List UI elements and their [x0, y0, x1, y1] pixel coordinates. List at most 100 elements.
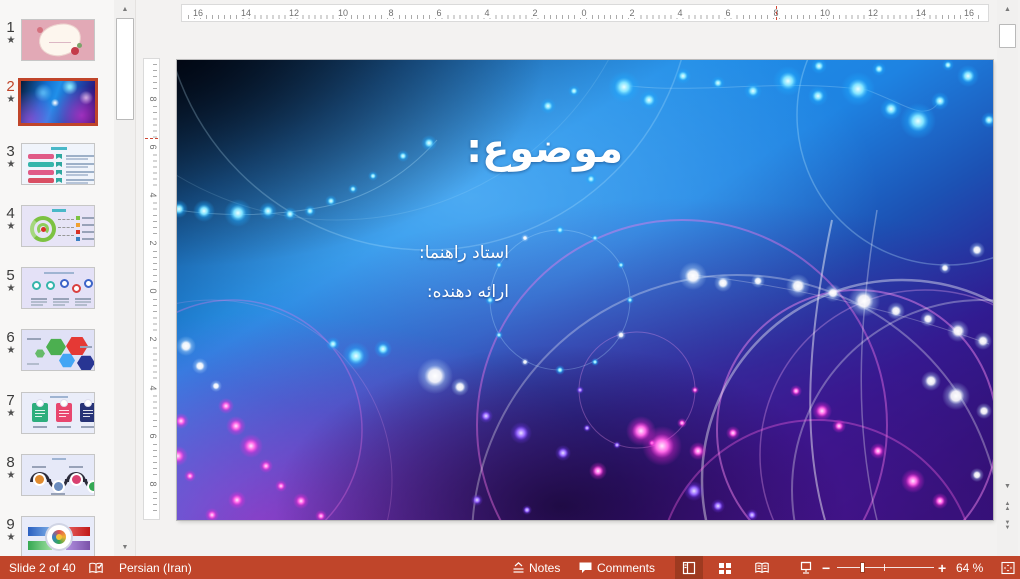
slide-number: 4 — [3, 205, 18, 222]
comments-button[interactable]: Comments — [597, 556, 655, 579]
slide-thumbnail-8[interactable] — [21, 454, 95, 496]
scroll-up-button[interactable]: ▲ — [114, 1, 136, 17]
comments-icon — [578, 556, 593, 579]
scrollbar-thumb[interactable] — [116, 18, 134, 120]
ruler-label: 8 — [146, 477, 158, 491]
ruler-label: 2 — [146, 332, 158, 346]
slide-body-textbox[interactable]: استاد راهنما: ارائه دهنده: — [419, 234, 509, 312]
presenter-line[interactable]: ارائه دهنده: — [419, 273, 509, 312]
slide-number: 7 — [3, 392, 18, 409]
reading-view-icon — [754, 560, 770, 576]
transition-star-icon: ★ — [4, 345, 18, 356]
normal-view-button[interactable] — [675, 556, 703, 579]
slide-thumbnail-9[interactable] — [21, 516, 95, 556]
transition-star-icon: ★ — [4, 470, 18, 481]
transition-star-icon: ★ — [4, 408, 18, 419]
thumbnail-art — [22, 330, 95, 371]
double-up-arrow-icon: ▲ — [1005, 507, 1011, 512]
ruler-label: 6 — [146, 429, 158, 443]
ruler-label: 16 — [961, 8, 977, 18]
fit-slide-to-window-button[interactable] — [1000, 556, 1016, 579]
up-arrow-icon: ▲ — [122, 6, 129, 13]
thumbnail-art — [22, 144, 95, 185]
ruler-label: 16 — [190, 8, 206, 18]
ruler-label: 2 — [527, 8, 543, 18]
double-down-arrow-icon: ▼ — [1005, 526, 1011, 531]
slide-thumbnail-4[interactable] — [21, 205, 95, 247]
down-arrow-icon: ▼ — [122, 544, 129, 551]
slide-indicator: Slide 2 of 40 — [9, 556, 76, 579]
ruler-label: 4 — [672, 8, 688, 18]
slide-title-textbox[interactable]: موضوع: — [466, 126, 623, 172]
status-bar: Slide 2 of 40 Persian (Iran) Notes Comme… — [0, 556, 1020, 579]
slide-thumbnail-5[interactable] — [21, 267, 95, 309]
ruler-label: 4 — [479, 8, 495, 18]
vertical-ruler: 8 6 4 2 0 2 4 6 8 — [143, 58, 160, 520]
ruler-cursor-marker — [776, 6, 777, 20]
thumbnail-art — [22, 268, 95, 309]
slide-number: 8 — [3, 454, 18, 471]
ruler-label: 10 — [817, 8, 833, 18]
scrollbar-thumb[interactable] — [999, 24, 1016, 48]
slide-thumbnail-panel: 1 ★ 2 ★ 3 ★ — [0, 0, 136, 556]
down-arrow-icon: ▼ — [1004, 483, 1011, 490]
ruler-label: 8 — [383, 8, 399, 18]
slide-number: 9 — [3, 516, 18, 533]
ruler-label: 12 — [286, 8, 302, 18]
zoom-percentage[interactable]: 64 % — [956, 556, 983, 579]
transition-star-icon: ★ — [4, 159, 18, 170]
scroll-down-button[interactable]: ▼ — [114, 539, 136, 555]
thumbnail-art — [22, 517, 95, 556]
up-arrow-icon: ▲ — [1004, 6, 1011, 13]
supervisor-line[interactable]: استاد راهنما: — [419, 234, 509, 273]
scroll-up-button[interactable]: ▲ — [997, 1, 1018, 17]
slide-sorter-view-button[interactable] — [711, 556, 739, 579]
ruler-label: 10 — [335, 8, 351, 18]
transition-star-icon: ★ — [4, 221, 18, 232]
slide-thumbnail-3[interactable] — [21, 143, 95, 185]
zoom-in-button[interactable]: + — [938, 556, 946, 579]
ruler-cursor-marker — [145, 138, 158, 139]
slide-number: 6 — [3, 329, 18, 346]
notes-icon — [511, 556, 526, 579]
slide-number: 3 — [3, 143, 18, 160]
language-indicator[interactable]: Persian (Iran) — [119, 556, 192, 579]
slide-thumbnail-1[interactable] — [21, 19, 95, 61]
ruler-label: 2 — [624, 8, 640, 18]
editor-scrollbar[interactable]: ▲ ▼ ▲▲ ▼▼ — [997, 0, 1018, 556]
ruler-label: 4 — [146, 381, 158, 395]
ruler-label: 6 — [431, 8, 447, 18]
slide-number: 2 — [3, 78, 18, 95]
spell-check-icon[interactable] — [88, 556, 104, 579]
ruler-label: 4 — [146, 188, 158, 202]
thumbnail-art — [22, 455, 95, 496]
slide-canvas[interactable]: موضوع: استاد راهنما: ارائه دهنده: — [177, 60, 993, 520]
transition-star-icon: ★ — [4, 532, 18, 543]
thumbnail-art — [22, 393, 95, 434]
transition-star-icon: ★ — [4, 94, 18, 105]
thumbnail-scrollbar[interactable]: ▲ ▼ — [114, 0, 136, 556]
slide-show-icon — [798, 560, 814, 576]
fit-to-window-icon — [1000, 560, 1016, 576]
thumbnail-art — [22, 20, 95, 61]
notes-button[interactable]: Notes — [529, 556, 560, 579]
slide-thumbnail-6[interactable] — [21, 329, 95, 371]
zoom-slider-thumb[interactable] — [860, 562, 865, 573]
reading-view-button[interactable] — [748, 556, 776, 579]
scroll-down-button[interactable]: ▼ — [997, 478, 1018, 494]
zoom-out-button[interactable]: − — [822, 556, 830, 579]
ruler-label: 12 — [865, 8, 881, 18]
zoom-slider-track[interactable] — [837, 567, 934, 568]
ruler-label: 0 — [576, 8, 592, 18]
slide-thumbnail-2-selected[interactable] — [18, 78, 98, 126]
transition-star-icon: ★ — [4, 283, 18, 294]
next-slide-button[interactable]: ▼▼ — [997, 518, 1018, 534]
ruler-label: 14 — [913, 8, 929, 18]
previous-slide-button[interactable]: ▲▲ — [997, 499, 1018, 515]
ruler-label: 14 — [238, 8, 254, 18]
slide-thumbnail-7[interactable] — [21, 392, 95, 434]
thumbnail-art — [22, 206, 95, 247]
slide-number: 1 — [3, 19, 18, 36]
slide-show-button[interactable] — [792, 556, 820, 579]
zoom-slider-tick — [884, 564, 885, 571]
